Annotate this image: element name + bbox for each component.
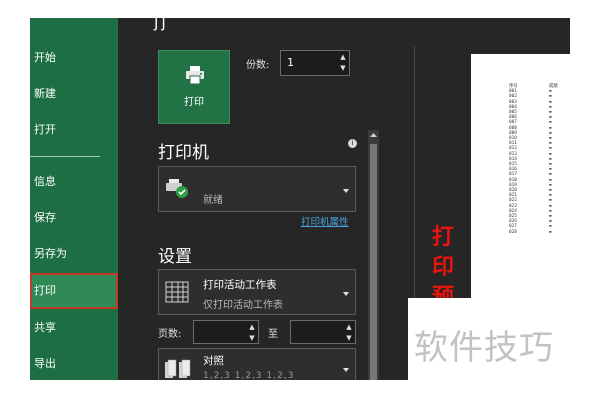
- print-settings-panel: ʃʃ ˙ 打印 份数: 1 ▲ ▼ 打印机 i 就绪 打印机属性 设置 打印活动…: [118, 18, 418, 380]
- nav-item-info[interactable]: 信息: [30, 164, 118, 200]
- copies-stepper[interactable]: 1 ▲ ▼: [280, 50, 350, 76]
- chevron-down-icon: [343, 368, 349, 372]
- spin-up-icon[interactable]: ▲: [345, 322, 353, 333]
- collate-pages-icon: [165, 359, 191, 378]
- spin-down-icon[interactable]: ▼: [345, 333, 353, 344]
- nav-item-print[interactable]: 打印: [30, 273, 118, 309]
- preview-column-ids: 序号 001 002 003 004 005 006 007 008 009 010 011 012 0…: [509, 84, 518, 235]
- print-button-label: 打印: [184, 97, 204, 108]
- preview-row-id: 007: [509, 120, 517, 126]
- preview-row-id: 022: [509, 198, 517, 204]
- printer-dropdown[interactable]: 就绪: [158, 166, 356, 212]
- nav-item-new[interactable]: 新建: [30, 76, 118, 112]
- printer-status: 就绪: [203, 195, 223, 206]
- preview-row-id: 028: [509, 229, 517, 235]
- nav-item-share[interactable]: 共享: [30, 310, 118, 346]
- settings-section-title: 设置: [158, 247, 192, 267]
- preview-score-mark: ▬: [549, 229, 552, 235]
- nav-item-open[interactable]: 打开: [30, 112, 118, 148]
- preview-score-marks: ▬ ▬ ▬ ▬ ▬ ▬ ▬ ▬ ▬ ▬ ▬ ▬ ▬ ▬ ▬ ▬ ▬ ▬ ▬ ▬ ▬ ▬ ▬ ▬ ▬ ▬ ▬ ▬: [549, 89, 558, 235]
- copies-value: 1: [287, 56, 294, 69]
- collate-dropdown[interactable]: 对照 1,2,3 1,2,3 1,2,3: [158, 348, 356, 380]
- nav-item-home[interactable]: 开始: [30, 40, 118, 76]
- nav-item-save-as[interactable]: 另存为: [30, 236, 118, 272]
- spin-down-icon[interactable]: ▼: [248, 333, 256, 344]
- nav-item-export[interactable]: 导出: [30, 346, 118, 380]
- info-icon[interactable]: i: [348, 139, 357, 148]
- preview-row-id: 012: [509, 146, 517, 152]
- settings-scrollbar[interactable]: [368, 130, 379, 380]
- spin-up-icon[interactable]: ▲: [248, 322, 256, 333]
- printer-section-title: 打印机: [158, 143, 209, 163]
- copies-label: 份数:: [246, 60, 270, 71]
- spin-down-icon[interactable]: ▼: [339, 63, 347, 74]
- preview-row-id: 002: [509, 94, 517, 100]
- collate-subtitle: 1,2,3 1,2,3 1,2,3: [203, 371, 295, 380]
- preview-row-id: 017: [509, 172, 517, 178]
- scroll-up-icon[interactable]: [368, 130, 379, 141]
- chevron-down-icon: [343, 292, 349, 296]
- printer-properties-link[interactable]: 打印机属性: [301, 214, 349, 228]
- preview-row-id: 027: [509, 224, 517, 230]
- pages-to-label: 至: [268, 329, 278, 340]
- scrollbar-thumb[interactable]: [370, 144, 377, 380]
- pages-from-input[interactable]: ▲ ▼: [193, 320, 259, 344]
- chevron-down-icon: [343, 189, 349, 193]
- print-scope-title: 打印活动工作表: [203, 279, 277, 291]
- preview-rows: 001 002 003 004 005 006 007 008 009 010 011 012 013 0…: [509, 89, 518, 235]
- nav-separator: [30, 156, 100, 157]
- overlay-char: 打: [431, 224, 454, 250]
- print-button[interactable]: 打印: [158, 50, 230, 124]
- backstage-nav: 开始 新建 打开 信息 保存 另存为 打印 共享 导出: [30, 18, 118, 380]
- printer-ready-icon: [166, 179, 188, 198]
- printer-icon: [186, 66, 204, 85]
- spin-up-icon[interactable]: ▲: [339, 52, 347, 63]
- pages-to-input[interactable]: ▲ ▼: [290, 320, 356, 344]
- collate-title: 对照: [203, 355, 224, 367]
- overlay-char: 印: [431, 254, 454, 280]
- preview-column-scores: 成绩 ▬ ▬ ▬ ▬ ▬ ▬ ▬ ▬ ▬ ▬ ▬ ▬ ▬ ▬ ▬ ▬ ▬ ▬ ▬ ▬ ▬ ▬ ▬ ▬ ▬ ▬ ▬ ▬: [549, 84, 558, 235]
- worksheet-grid-icon: [165, 281, 189, 303]
- page-title: ʃʃ ˙: [154, 18, 186, 31]
- pages-label: 页数:: [158, 329, 182, 340]
- watermark-text: 软件技巧: [414, 328, 554, 368]
- nav-item-save[interactable]: 保存: [30, 200, 118, 236]
- print-scope-subtitle: 仅打印活动工作表: [203, 300, 283, 311]
- print-scope-dropdown[interactable]: 打印活动工作表 仅打印活动工作表: [158, 269, 356, 315]
